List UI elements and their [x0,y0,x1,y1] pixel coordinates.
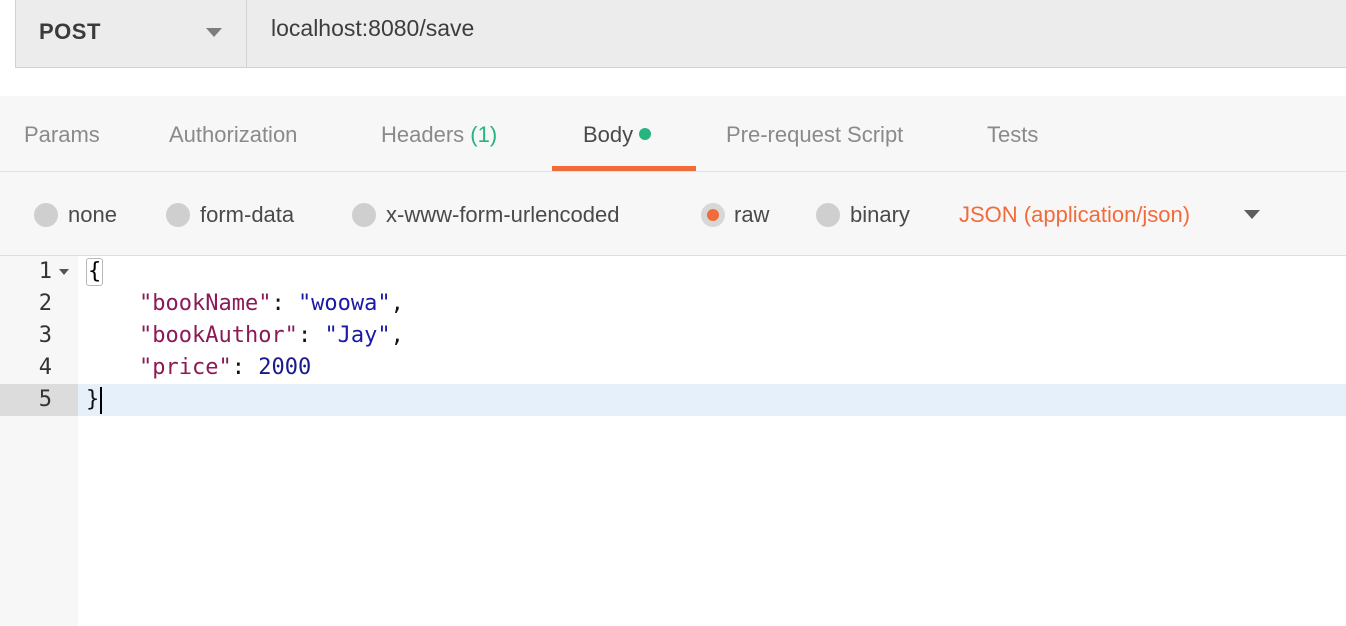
modified-dot-icon [639,128,652,141]
json-colon: : [297,323,325,348]
open-brace: { [86,258,104,286]
option-raw-label[interactable]: raw [734,202,769,228]
radio-raw[interactable] [701,203,725,227]
code-line: } [86,384,99,416]
tab-params[interactable]: Params [24,122,100,148]
code-line: "price": 2000 [86,352,311,384]
radio-none[interactable] [34,203,58,227]
tab-body[interactable]: Body [583,122,652,148]
request-url-box: POST localhost:8080/save [15,0,1346,68]
tab-tests[interactable]: Tests [987,122,1038,148]
active-tab-indicator [552,166,696,171]
json-string-value: "woowa" [297,291,391,316]
line-number: 5 [38,387,52,412]
tab-headers[interactable]: Headers (1) [381,122,497,148]
chevron-down-icon[interactable] [1244,210,1260,219]
tab-label: Params [24,122,100,147]
option-form-data-label[interactable]: form-data [200,202,294,228]
tab-label: Pre-request Script [726,122,904,147]
json-key: "bookName" [138,291,272,316]
json-string-value: "Jay" [324,323,391,348]
close-brace: } [86,387,100,412]
code-editor[interactable]: 1 2 3 4 5 { "bookName": "woowa", "bookAu… [0,256,1346,626]
code-line: "bookName": "woowa", [86,288,404,320]
json-key: "price" [138,355,232,380]
tab-authorization[interactable]: Authorization [169,122,297,148]
text-cursor [100,387,102,414]
chevron-down-icon [206,28,222,37]
active-line-highlight [78,384,1346,416]
tab-label: Body [583,122,634,147]
code-line: { [86,256,104,288]
option-none-label[interactable]: none [68,202,117,228]
line-number: 2 [38,291,52,316]
fold-toggle-icon[interactable] [59,269,69,275]
code-line: "bookAuthor": "Jay", [86,320,404,352]
line-number: 1 [38,259,52,284]
tab-label: Authorization [169,122,298,147]
line-number: 4 [38,355,52,380]
option-binary-label[interactable]: binary [850,202,910,228]
tab-label: Headers [381,122,465,147]
json-comma: , [390,323,404,348]
radio-binary[interactable] [816,203,840,227]
line-number: 3 [38,323,52,348]
content-type-dropdown[interactable]: JSON (application/json) [959,202,1190,228]
json-comma: , [390,291,404,316]
option-urlencoded-label[interactable]: x-www-form-urlencoded [386,202,620,228]
radio-form-data[interactable] [166,203,190,227]
request-tabs: Params Authorization Headers (1) Body Pr… [0,96,1346,172]
tab-label: Tests [987,122,1039,147]
url-input[interactable]: localhost:8080/save [271,15,474,42]
method-label: POST [39,19,101,44]
body-type-options: none form-data x-www-form-urlencoded raw… [0,172,1346,256]
json-key: "bookAuthor" [138,323,298,348]
tab-pre-request-script[interactable]: Pre-request Script [726,122,903,148]
method-selector[interactable]: POST [16,0,247,67]
request-bar: POST localhost:8080/save [0,0,1346,96]
json-colon: : [271,291,298,316]
headers-count-badge: (1) [470,122,498,147]
json-colon: : [231,355,259,380]
json-number-value: 2000 [258,355,312,380]
radio-x-www-form-urlencoded[interactable] [352,203,376,227]
